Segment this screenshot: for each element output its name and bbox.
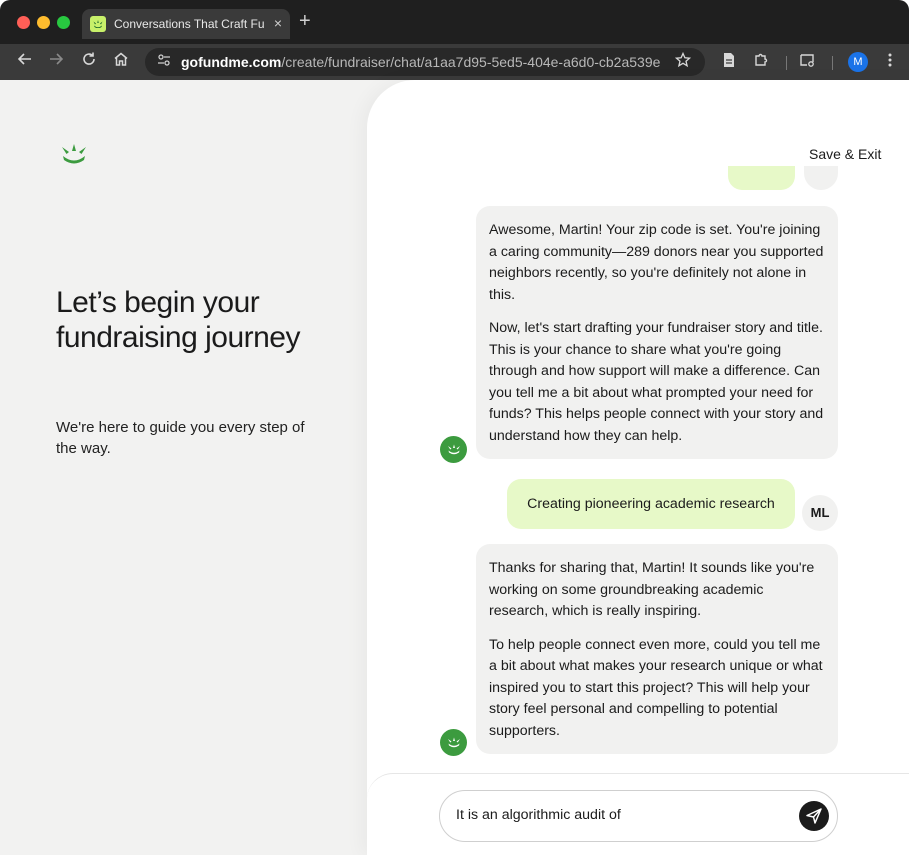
message-input-value: It is an algorithmic audit of — [456, 807, 621, 823]
tab-title: Conversations That Craft Fun — [114, 17, 264, 31]
maximize-window-button[interactable] — [57, 16, 70, 29]
tab-strip: Conversations That Craft Fun × + — [0, 0, 909, 44]
assistant-message: Awesome, Martin! Your zip code is set. Y… — [476, 206, 838, 459]
assistant-avatar-icon — [440, 436, 467, 463]
url-text: gofundme.com/create/fundraiser/chat/a1aa… — [181, 54, 661, 70]
tab-close-icon[interactable]: × — [274, 15, 282, 31]
chat-panel: Save & Exit Awesome, Martin! Your zip co… — [367, 80, 909, 855]
minimize-window-button[interactable] — [37, 16, 50, 29]
assistant-avatar-icon — [440, 729, 467, 756]
browser-window: Conversations That Craft Fun × + gofundm… — [0, 0, 909, 855]
address-bar[interactable]: gofundme.com/create/fundraiser/chat/a1aa… — [145, 48, 705, 76]
page-content: Let’s begin your fundraising journey We'… — [0, 80, 909, 855]
close-window-button[interactable] — [17, 16, 30, 29]
message-input[interactable]: It is an algorithmic audit of — [439, 790, 838, 842]
assistant-message: Thanks for sharing that, Martin! It soun… — [476, 544, 838, 754]
save-exit-button[interactable]: Save & Exit — [809, 146, 881, 162]
user-message: Creating pioneering academic research — [507, 479, 795, 529]
browser-toolbar: gofundme.com/create/fundraiser/chat/a1aa… — [0, 44, 909, 80]
send-button[interactable] — [799, 801, 829, 831]
gofundme-favicon-icon — [90, 16, 106, 32]
url-path: /create/fundraiser/chat/a1aa7d95-5ed5-40… — [281, 54, 661, 70]
message-paragraph: Thanks for sharing that, Martin! It soun… — [489, 560, 815, 619]
send-icon — [806, 808, 822, 824]
tab-search-icon[interactable] — [797, 52, 817, 72]
message-paragraph: Awesome, Martin! Your zip code is set. Y… — [489, 222, 824, 303]
extensions-puzzle-icon[interactable] — [751, 52, 771, 72]
page-title: Let’s begin your fundraising journey — [56, 286, 301, 354]
message-paragraph: Now, let's start drafting your fundraise… — [489, 320, 824, 444]
url-domain: gofundme.com — [181, 54, 282, 70]
kebab-menu-icon[interactable] — [880, 52, 900, 72]
user-avatar: ML — [802, 495, 838, 531]
new-tab-button[interactable]: + — [299, 11, 311, 31]
toolbar-divider — [786, 56, 787, 70]
toolbar-divider — [832, 56, 833, 70]
reload-icon[interactable] — [78, 51, 100, 73]
previous-user-avatar — [804, 166, 838, 190]
gofundme-logo-icon[interactable] — [58, 144, 90, 164]
message-paragraph: To help people connect even more, could … — [489, 636, 823, 739]
home-icon[interactable] — [110, 51, 132, 73]
profile-avatar[interactable]: M — [848, 52, 868, 72]
site-settings-icon[interactable] — [155, 53, 173, 71]
page-subtitle: We're here to guide you every step of th… — [56, 419, 305, 457]
back-arrow-icon[interactable] — [14, 51, 36, 73]
bookmark-star-icon[interactable] — [674, 51, 692, 73]
previous-user-message — [728, 166, 795, 190]
forward-arrow-icon[interactable] — [45, 51, 67, 73]
message-composer: It is an algorithmic audit of — [367, 773, 909, 855]
browser-tab[interactable]: Conversations That Craft Fun × — [82, 9, 290, 39]
reading-mode-icon[interactable] — [719, 52, 739, 72]
